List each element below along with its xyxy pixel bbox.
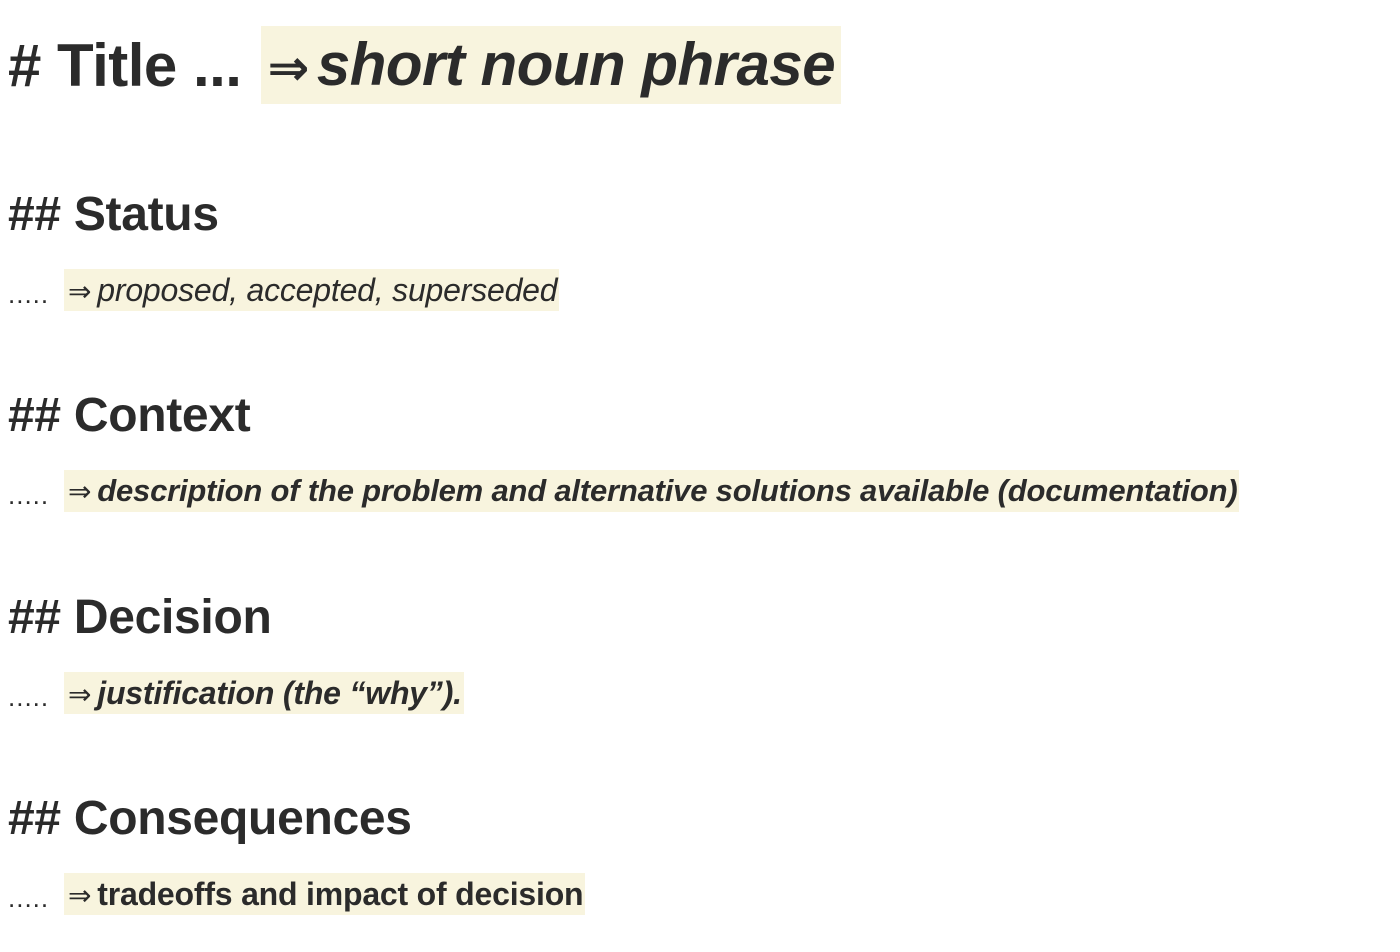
section-consequences: ## Consequences ..... ⇒ tradeoffs and imp… [8,791,1398,915]
section-line-decision: ..... ⇒ justification (the “why”). [8,672,1398,714]
placeholder-dots: ..... [8,883,50,913]
section-status: ## Status ..... ⇒ proposed, accepted, sup… [8,187,1398,311]
section-line-context: ..... ⇒ description of the problem and al… [8,470,1398,512]
hint-consequences-text: tradeoffs and impact of decision [97,876,584,912]
hint-decision-text: justification (the “why”). [97,675,462,711]
section-decision: ## Decision ..... ⇒ justification (the “w… [8,590,1398,714]
title-hint: ⇒ short noun phrase [261,26,842,104]
hint-status-text: proposed, accepted, superseded [97,272,558,308]
hint-decision: ⇒ justification (the “why”). [64,672,464,714]
section-line-status: ..... ⇒ proposed, accepted, superseded [8,269,1398,311]
hint-consequences: ⇒ tradeoffs and impact of decision [64,873,586,915]
arrow-icon: ⇒ [68,275,92,308]
arrow-icon: ⇒ [68,879,92,912]
title-hint-text: short noun phrase [316,31,836,98]
arrow-icon: ⇒ [68,678,92,711]
section-heading-consequences: ## Consequences [8,792,412,845]
section-context: ## Context ..... ⇒ description of the pro… [8,388,1398,512]
title-row: # Title ... ⇒ short noun phrase [8,26,842,104]
placeholder-dots: ..... [8,480,50,510]
arrow-icon: ⇒ [267,39,309,97]
section-heading-context: ## Context [8,389,251,442]
hint-context-text: description of the problem and alternati… [97,473,1238,508]
hint-context: ⇒ description of the problem and alternat… [64,470,1240,512]
arrow-icon: ⇒ [68,475,92,508]
section-heading-decision: ## Decision [8,591,272,644]
hint-status: ⇒ proposed, accepted, superseded [64,269,560,311]
section-heading-status: ## Status [8,188,219,241]
placeholder-dots: ..... [8,682,50,712]
placeholder-dots: ..... [8,279,50,309]
section-line-consequences: ..... ⇒ tradeoffs and impact of decision [8,873,1398,915]
page-title: # Title ... [8,31,242,99]
